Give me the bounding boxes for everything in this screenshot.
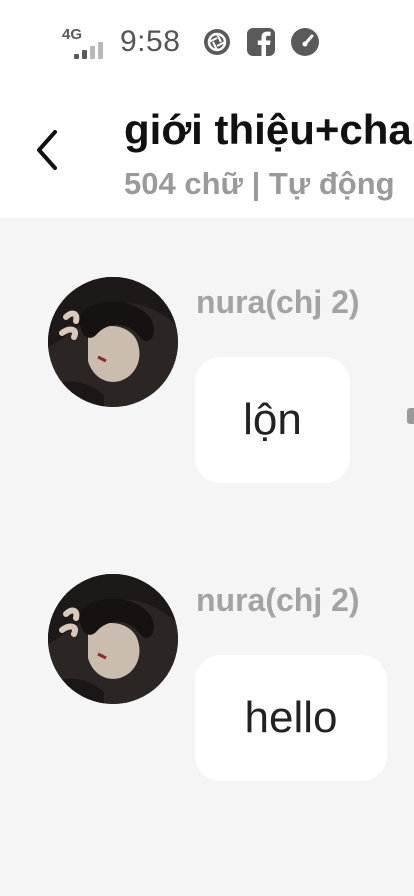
chevron-left-icon [37,130,57,170]
status-time: 9:58 [120,25,181,58]
chat-title: giới thiệu+cha [124,106,412,153]
bubble-edge [407,408,414,424]
sender-name: nura(chj 2) [196,582,360,618]
message-bubble[interactable]: lộn [195,357,350,483]
avatar[interactable] [48,574,178,704]
avatar[interactable] [48,277,178,407]
chat-subtitle: 504 chữ | Tự động [124,166,395,201]
network-indicator: 4G [62,24,112,60]
speedometer-icon [290,27,320,57]
sender-name: nura(chj 2) [196,284,360,320]
network-type: 4G [62,26,83,43]
message-bubble[interactable]: hello [195,655,387,781]
facebook-icon [246,27,276,57]
status-bar: 4G 9:58 [62,22,320,62]
back-button[interactable] [24,126,72,174]
aperture-icon [202,27,232,57]
top-bar: 4G 9:58 giới thiệu+cha 504 chữ | Tự động [0,0,414,218]
signal-icon [74,42,103,59]
